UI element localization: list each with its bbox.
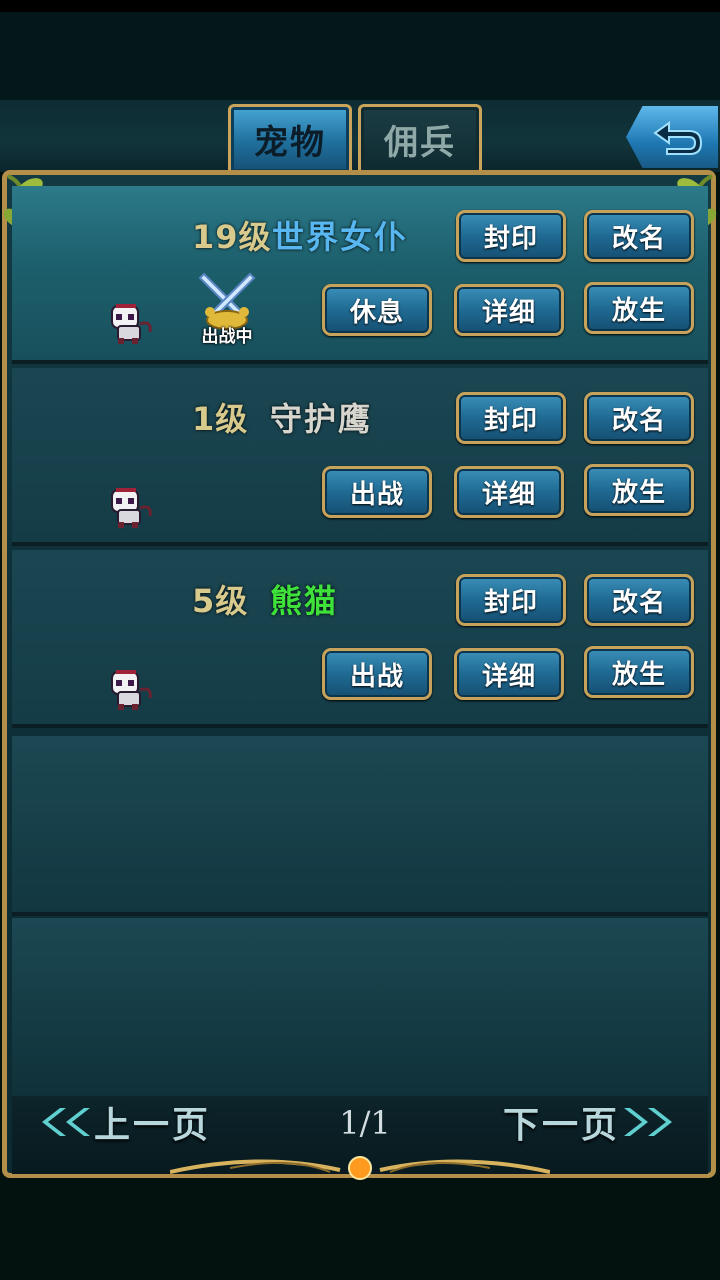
detail-button[interactable]: 详细 [454,466,564,518]
seal-button[interactable]: 封印 [456,392,566,444]
back-button[interactable] [626,106,718,168]
seal-button[interactable]: 封印 [456,210,566,262]
pet-sprite-icon [111,488,152,528]
next-page-label: 下一页 [502,1105,620,1146]
battle-button[interactable]: 出战 [322,648,432,700]
next-page-button[interactable]: 下一页 [503,1098,684,1146]
pet-name: 世界女仆 [272,218,409,256]
in-battle-label: 出战中 [201,327,253,347]
return-arrow-icon [653,121,703,155]
pet-sprite-icon [111,304,152,344]
pet-level: 1级 [192,400,249,438]
prev-page-button[interactable]: 上一页 [30,1098,211,1146]
battle-button[interactable]: 出战 [322,466,432,518]
pet-sprite-icon [111,670,152,710]
pet-name: 熊猫 [270,582,339,620]
rename-button[interactable]: 改名 [584,574,694,626]
top-background [0,12,720,100]
tab-pets[interactable]: 宠物 [228,104,352,172]
seal-button[interactable]: 封印 [456,574,566,626]
double-chevron-right-icon [624,1108,672,1136]
empty-row [12,736,708,916]
release-button[interactable]: 放生 [584,464,694,516]
gold-ornament-icon [170,1156,550,1180]
status-bar-strip [0,0,720,12]
pet-level: 19级 [192,218,272,256]
pet-name: 守护鹰 [270,400,373,438]
detail-button[interactable]: 详细 [454,648,564,700]
detail-button[interactable]: 详细 [454,284,564,336]
empty-row [12,918,708,1096]
rename-button[interactable]: 改名 [584,392,694,444]
rename-button[interactable]: 改名 [584,210,694,262]
prev-page-label: 上一页 [94,1105,212,1146]
double-chevron-left-icon [42,1108,90,1136]
rest-button[interactable]: 休息 [322,284,432,336]
pet-level: 5级 [192,582,249,620]
tab-mercenaries[interactable]: 佣兵 [358,104,482,172]
page-indicator: 1/1 [339,1104,391,1142]
bottom-background [0,1180,720,1280]
release-button[interactable]: 放生 [584,282,694,334]
release-button[interactable]: 放生 [584,646,694,698]
